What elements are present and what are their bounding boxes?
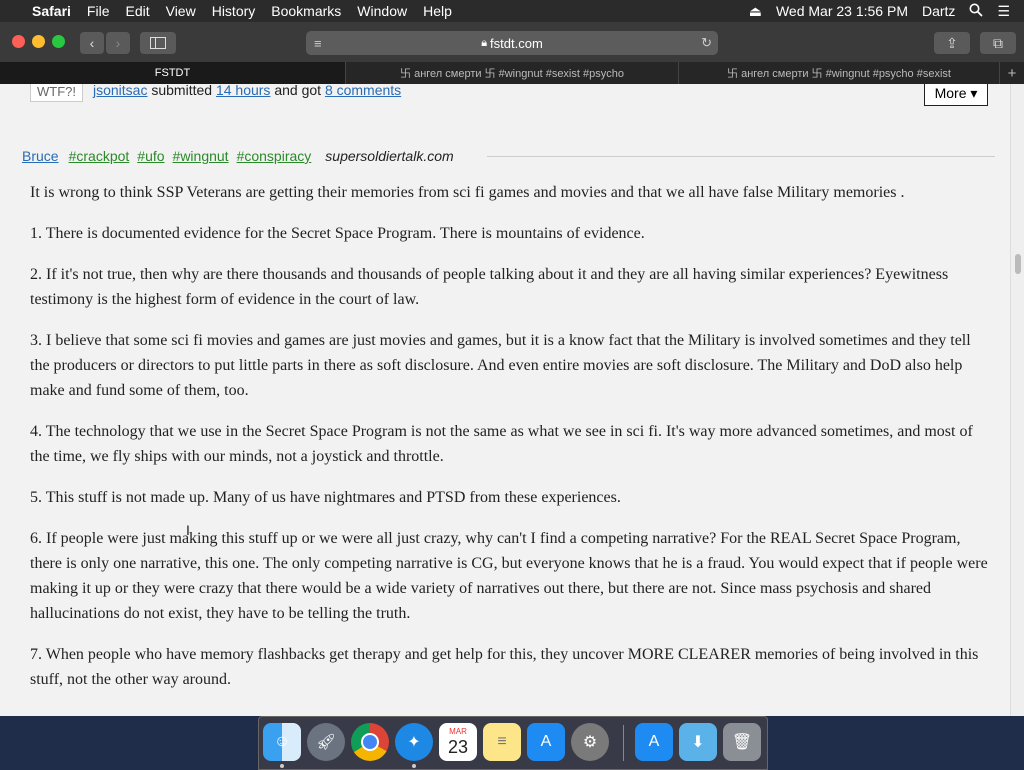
show-tabs-button[interactable]: ⧉ — [980, 32, 1016, 54]
tab-fstdt[interactable]: FSTDT — [0, 62, 346, 84]
back-button[interactable]: ‹ — [80, 32, 104, 54]
launchpad-icon[interactable]: 🚀︎ — [307, 723, 345, 761]
post-paragraph: 2. If it's not true, then why are there … — [30, 266, 949, 308]
calendar-day: 23 — [447, 737, 469, 757]
reader-view-icon[interactable]: ≡ — [314, 36, 322, 51]
tab-label: 卐 ангел смерти 卐 #wingnut #sexist #psych… — [400, 68, 624, 80]
post-paragraph: It is wrong to think SSP Veterans are ge… — [30, 184, 905, 201]
post-paragraph: 6. If people were just making this stuff… — [30, 530, 988, 622]
header-divider — [487, 156, 995, 157]
finder-icon[interactable]: ☺ — [263, 723, 301, 761]
calendar-month: MAR — [449, 727, 467, 736]
browser-toolbar: ‹ › ≡ 🔒︎ fstdt.com ↻ ⇪ ⧉ — [0, 22, 1024, 63]
dock: ☺ 🚀︎ ✦ MAR 23 ≡ A ⚙ A ⬇ 🗑︎ — [258, 716, 768, 770]
post-paragraph: 1. There is documented evidence for the … — [30, 225, 645, 242]
new-tab-button[interactable]: + — [1000, 62, 1024, 84]
menu-window[interactable]: Window — [357, 3, 407, 19]
submitter-link[interactable]: jsonitsac — [93, 84, 147, 98]
trash-icon[interactable]: 🗑︎ — [723, 723, 761, 761]
app-store-folder-icon[interactable]: A — [635, 723, 673, 761]
safari-icon[interactable]: ✦ — [395, 723, 433, 761]
post-paragraph: 4. The technology that we use in the Sec… — [30, 423, 973, 465]
post-paragraph: 3. I believe that some sci fi movies and… — [30, 332, 971, 399]
sidebar-toggle-button[interactable] — [140, 32, 176, 54]
app-name-menu[interactable]: Safari — [32, 3, 71, 19]
tag-crackpot[interactable]: #crackpot — [69, 148, 130, 164]
address-url: fstdt.com — [490, 35, 543, 51]
post-header: Bruce #crackpot #ufo #wingnut #conspirac… — [22, 146, 454, 166]
share-button[interactable]: ⇪ — [934, 32, 970, 54]
eject-icon[interactable]: ⏏ — [749, 3, 762, 20]
previous-post-footer: WTF?! jsonitsac submitted 14 hours and g… — [0, 84, 1010, 106]
menu-history[interactable]: History — [212, 3, 256, 19]
more-dropdown-button[interactable]: More ▾ — [924, 84, 988, 106]
dock-separator — [623, 725, 624, 761]
tab-label: 卐 ангел смерти 卐 #wingnut #psycho #sexis… — [727, 68, 951, 80]
running-indicator — [412, 764, 416, 768]
system-preferences-icon[interactable]: ⚙ — [571, 723, 609, 761]
previous-post-meta: jsonitsac submitted 14 hours and got 8 c… — [93, 84, 401, 98]
address-bar[interactable]: ≡ 🔒︎ fstdt.com ↻ — [306, 31, 718, 55]
reload-icon[interactable]: ↻ — [701, 35, 712, 51]
menubar-clock[interactable]: Wed Mar 23 1:56 PM — [776, 3, 908, 19]
spotlight-search-icon[interactable] — [969, 3, 984, 20]
post-body: It is wrong to think SSP Veterans are ge… — [30, 180, 992, 708]
comments-link[interactable]: 8 comments — [325, 84, 401, 98]
chrome-icon[interactable] — [351, 723, 389, 761]
notification-center-icon[interactable]: ☰ — [997, 3, 1010, 20]
downloads-folder-icon[interactable]: ⬇ — [679, 723, 717, 761]
lock-icon: 🔒︎ — [481, 36, 488, 49]
calendar-icon[interactable]: MAR 23 — [439, 723, 477, 761]
tag-wingnut[interactable]: #wingnut — [173, 148, 229, 164]
got-text: and got — [274, 84, 322, 98]
sidebar-icon — [150, 37, 166, 49]
author-link[interactable]: Bruce — [22, 148, 59, 164]
minimize-window-button[interactable] — [32, 35, 45, 48]
tab-label: FSTDT — [154, 67, 191, 79]
post-paragraph: 5. This stuff is not made up. Many of us… — [30, 489, 621, 506]
post-paragraph: 7. When people who have memory flashback… — [30, 646, 979, 688]
tag-conspiracy[interactable]: #conspiracy — [237, 148, 312, 164]
menu-help[interactable]: Help — [423, 3, 452, 19]
tab-bar: FSTDT 卐 ангел смерти 卐 #wingnut #sexist … — [0, 62, 1024, 84]
menu-edit[interactable]: Edit — [125, 3, 149, 19]
wtf-badge[interactable]: WTF?! — [30, 84, 83, 102]
menu-bookmarks[interactable]: Bookmarks — [271, 3, 341, 19]
running-indicator — [280, 764, 284, 768]
close-window-button[interactable] — [12, 35, 25, 48]
menu-bar: Safari File Edit View History Bookmarks … — [0, 0, 1024, 22]
source-site: supersoldiertalk.com — [325, 148, 454, 164]
vertical-scrollbar[interactable] — [1010, 84, 1024, 716]
zoom-window-button[interactable] — [52, 35, 65, 48]
notes-icon[interactable]: ≡ — [483, 723, 521, 761]
menu-view[interactable]: View — [166, 3, 196, 19]
submitted-text: submitted — [151, 84, 213, 98]
forward-button[interactable]: › — [106, 32, 130, 54]
menu-file[interactable]: File — [87, 3, 110, 19]
scrollbar-thumb[interactable] — [1015, 254, 1021, 274]
app-store-icon[interactable]: A — [527, 723, 565, 761]
text-cursor-icon: I — [186, 522, 190, 538]
tab-angel-1[interactable]: 卐 ангел смерти 卐 #wingnut #sexist #psych… — [346, 62, 679, 84]
tag-ufo[interactable]: #ufo — [137, 148, 164, 164]
page-content: WTF?! jsonitsac submitted 14 hours and g… — [0, 84, 1010, 716]
time-link[interactable]: 14 hours — [216, 84, 270, 98]
tab-angel-2[interactable]: 卐 ангел смерти 卐 #wingnut #psycho #sexis… — [679, 62, 1000, 84]
menubar-user[interactable]: Dartz — [922, 3, 955, 19]
